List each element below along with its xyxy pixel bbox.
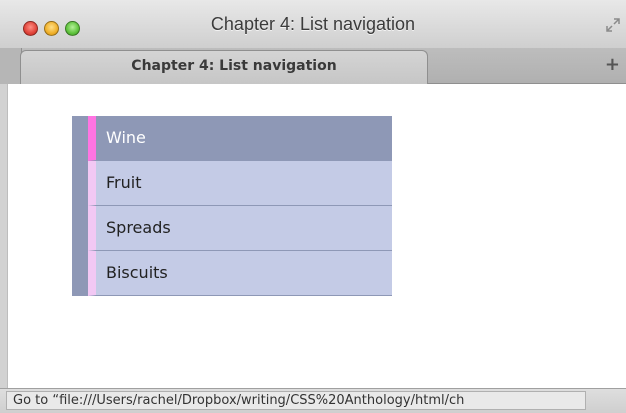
status-text: Go to “file:///Users/rachel/Dropbox/writ… (6, 391, 586, 410)
new-tab-button[interactable]: + (605, 54, 620, 75)
status-bar: Go to “file:///Users/rachel/Dropbox/writ… (0, 388, 626, 413)
window-frame-left (0, 84, 8, 388)
tab-label: Chapter 4: List navigation (131, 58, 337, 74)
list-navigation: Wine Fruit Spreads Biscuits (72, 116, 392, 296)
window-title: Chapter 4: List navigation (210, 14, 416, 34)
tab-chapter-4[interactable]: Chapter 4: List navigation (20, 50, 428, 84)
tab-strip-edge (0, 48, 22, 84)
nav-item-fruit[interactable]: Fruit (88, 161, 392, 206)
fullscreen-icon[interactable] (606, 18, 622, 34)
title-bar: Chapter 4: List navigation (0, 0, 626, 48)
nav-item-biscuits[interactable]: Biscuits (88, 251, 392, 296)
nav-item-wine[interactable]: Wine (88, 116, 392, 161)
page-content: Wine Fruit Spreads Biscuits (8, 84, 626, 388)
nav-item-spreads[interactable]: Spreads (88, 206, 392, 251)
